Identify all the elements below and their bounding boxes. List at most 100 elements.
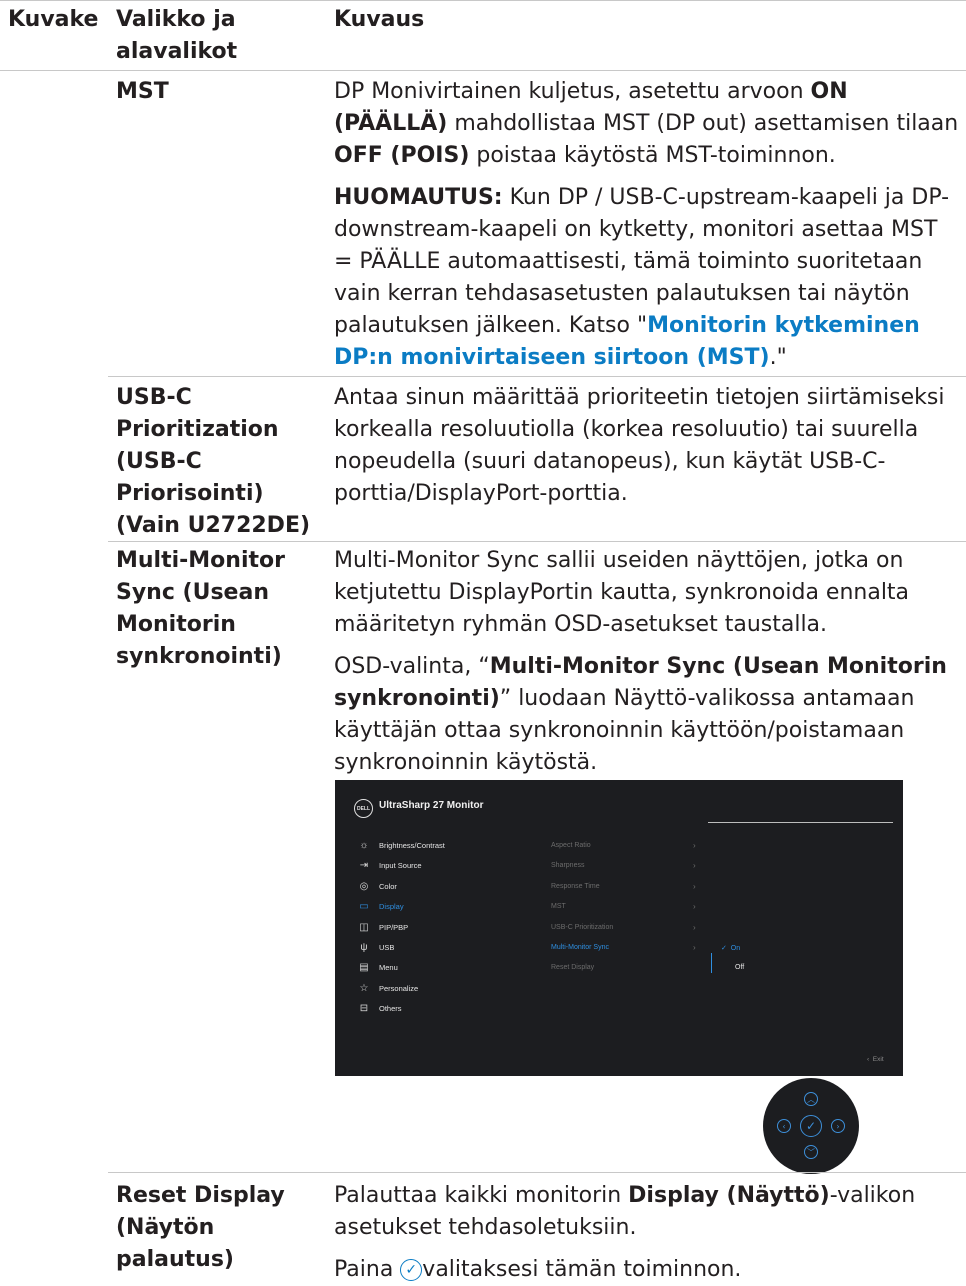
reset-p2-b: valitaksesi tämän toiminnon.: [422, 1257, 742, 1282]
joystick-left-icon: ‹: [777, 1119, 791, 1133]
col-header-icon: Kuvake: [8, 7, 99, 32]
joystick-up-icon: ︿: [804, 1092, 818, 1106]
joystick-right-icon: ›: [831, 1119, 845, 1133]
osd-exit-label: Exit: [872, 1056, 884, 1063]
osd-sub-usbc-prioritization[interactable]: USB-C Prioritization: [551, 924, 613, 931]
mst-paragraph: DP Monivirtainen kuljetus, asetettu arvo…: [334, 76, 960, 172]
monitor-icon: ▭: [359, 900, 369, 912]
joystick-check-icon: ✓: [800, 1115, 822, 1137]
check-icon: ✓: [721, 945, 727, 952]
reset-paragraph-2: Paina ✓ valitaksesi tämän toiminnon.: [334, 1254, 960, 1286]
osd-menu-label: USB: [379, 942, 395, 952]
osd-option-off[interactable]: Off: [735, 964, 744, 971]
row-divider: [108, 541, 966, 542]
osd-sub-mst[interactable]: MST: [551, 903, 566, 910]
osd-title: UltraSharp 27 Monitor: [379, 800, 484, 811]
row-divider: [108, 376, 966, 377]
mms-paragraph-1: Multi-Monitor Sync sallii useiden näyttö…: [334, 548, 910, 637]
osd-menu-color[interactable]: ◎ Color: [357, 877, 397, 895]
joystick-down-icon: ﹀: [804, 1145, 818, 1159]
sun-icon: ☼: [359, 839, 369, 851]
others-icon: ⊟: [359, 1002, 369, 1014]
mms-p2-a: OSD-valinta, “: [334, 654, 490, 679]
osd-menu-label: Input Source: [379, 860, 422, 870]
osd-menu-pip[interactable]: ◫ PIP/PBP: [357, 918, 408, 936]
chevron-right-icon: ›: [693, 882, 696, 891]
reset-p1-a: Palauttaa kaikki monitorin: [334, 1183, 629, 1208]
row-mst-name: MST: [116, 79, 169, 104]
reset-paragraph-1: Palauttaa kaikki monitorin Display (Näyt…: [334, 1180, 960, 1244]
row-reset-desc: Palauttaa kaikki monitorin Display (Näyt…: [334, 1180, 960, 1286]
chevron-left-icon: ‹: [867, 1056, 870, 1063]
mst-text-a: DP Monivirtainen kuljetus, asetettu arvo…: [334, 79, 811, 104]
chevron-right-icon: ›: [693, 943, 696, 952]
osd-sub-sharpness[interactable]: Sharpness: [551, 862, 584, 869]
osd-menu-others[interactable]: ⊟ Others: [357, 999, 402, 1017]
osd-menu-input-source[interactable]: ⇥ Input Source: [357, 856, 422, 874]
col-header-menu-l1: Valikko ja: [116, 7, 236, 32]
osd-menu-label: PIP/PBP: [379, 922, 409, 932]
menu-icon: ▤: [359, 961, 369, 973]
note-end: .": [769, 345, 787, 370]
osd-option-on[interactable]: ✓ On: [721, 944, 740, 952]
osd-menu-label: Brightness/Contrast: [379, 840, 445, 850]
mms-name-l2: Sync (Usean: [116, 580, 269, 605]
osd-sub-response-time[interactable]: Response Time: [551, 883, 600, 890]
col-header-desc: Kuvaus: [334, 7, 425, 32]
osd-menu-display[interactable]: ▭ Display: [357, 897, 404, 915]
usbc-name-l4: Priorisointi): [116, 481, 264, 506]
usbc-name-l1: USB-C: [116, 385, 192, 410]
osd-screenshot: DELL UltraSharp 27 Monitor ☼ Brightness/C…: [335, 780, 903, 1076]
row-mst-desc: DP Monivirtainen kuljetus, asetettu arvo…: [334, 76, 960, 374]
col-header-menu-l2: alavalikot: [116, 39, 238, 64]
osd-menu-label: Others: [379, 1003, 402, 1013]
osd-menu-label: Menu: [379, 962, 398, 972]
input-icon: ⇥: [359, 859, 369, 871]
mst-note: HUOMAUTUS: Kun DP / USB-C-upstream-kaape…: [334, 182, 960, 374]
joystick-diagram: ︿ ﹀ ‹ › ✓: [763, 1078, 859, 1174]
row-usbc-desc: Antaa sinun määrittää prioriteetin tieto…: [334, 385, 945, 506]
usb-icon: ψ: [360, 941, 368, 953]
osd-sub-multi-monitor-sync[interactable]: Multi-Monitor Sync: [551, 944, 609, 951]
chevron-right-icon: ›: [693, 923, 696, 932]
osd-sub-aspect-ratio[interactable]: Aspect Ratio: [551, 842, 591, 849]
reset-name-l2: (Näytön: [116, 1215, 215, 1240]
row-mms-name: Multi-Monitor Sync (Usean Monitorin synk…: [116, 545, 326, 673]
chevron-right-icon: ›: [693, 861, 696, 870]
mms-name-l3: Monitorin: [116, 612, 236, 637]
col-header-menu: Valikko ja alavalikot: [116, 4, 237, 68]
reset-name-l1: Reset Display: [116, 1183, 285, 1208]
osd-menu-menu[interactable]: ▤ Menu: [357, 958, 398, 976]
dell-logo: DELL: [354, 799, 373, 818]
mst-text-c: mahdollistaa MST (DP out) asettamisen ti…: [447, 111, 959, 136]
osd-menu-brightness[interactable]: ☼ Brightness/Contrast: [357, 836, 445, 854]
osd-sub-reset-display[interactable]: Reset Display: [551, 964, 594, 971]
osd-menu-label: Display: [379, 901, 404, 911]
pip-icon: ◫: [359, 921, 369, 933]
osd-menu-usb[interactable]: ψ USB: [357, 938, 394, 956]
palette-icon: ◎: [359, 880, 369, 892]
star-icon: ☆: [359, 982, 369, 994]
osd-option-on-label: On: [730, 945, 741, 952]
usbc-name-l3: (USB-C: [116, 449, 202, 474]
mms-name-l1: Multi-Monitor: [116, 548, 285, 573]
mms-name-l4: synkronointi): [116, 644, 282, 669]
row-divider: [108, 1172, 966, 1173]
reset-p2-a: Paina: [334, 1257, 401, 1282]
usbc-name-l5: (Vain U2722DE): [116, 513, 311, 538]
row-usbc-name: USB-C Prioritization (USB-C Priorisointi…: [116, 382, 326, 542]
osd-selection-bar: [711, 953, 712, 973]
table-top-border: [0, 0, 966, 1]
mst-off-label: OFF (POIS): [334, 143, 470, 168]
note-label: HUOMAUTUS:: [334, 185, 503, 210]
osd-top-line: [708, 822, 893, 823]
osd-menu-personalize[interactable]: ☆ Personalize: [357, 979, 419, 997]
check-circle-icon: ✓: [400, 1259, 423, 1281]
osd-exit[interactable]: ‹ Exit: [867, 1056, 884, 1063]
chevron-right-icon: ›: [693, 841, 696, 850]
osd-menu-label: Color: [379, 881, 397, 891]
reset-name-l3: palautus): [116, 1247, 234, 1272]
reset-p1-bold: Display (Näyttö): [628, 1183, 830, 1208]
row-reset-name: Reset Display (Näytön palautus): [116, 1180, 326, 1276]
mms-paragraph-2: OSD-valinta, “Multi-Monitor Sync (Usean …: [334, 651, 960, 779]
